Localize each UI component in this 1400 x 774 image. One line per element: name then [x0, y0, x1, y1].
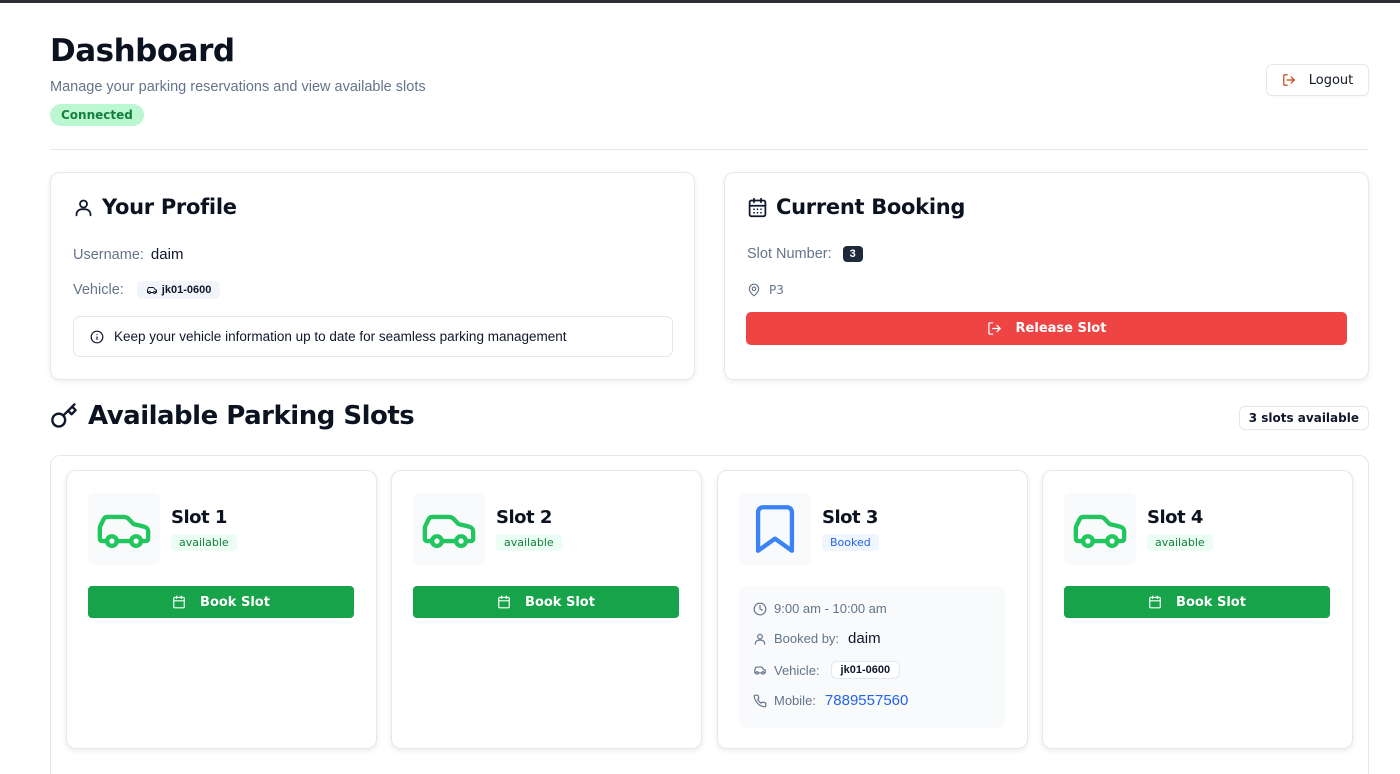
slot-icon-box	[739, 493, 811, 565]
calendar-icon	[1149, 595, 1161, 609]
book-slot-label: Book Slot	[200, 594, 270, 610]
booked-by-label: Booked by:	[774, 631, 840, 646]
booked-by-row: Booked by: daim	[753, 630, 881, 647]
logout-icon	[987, 322, 1001, 335]
slot-status-badge: available	[1147, 534, 1213, 551]
slot-icon-box	[413, 493, 485, 565]
logout-icon	[1282, 74, 1295, 86]
current-booking-card: Current Booking Slot Number: 3 P3 Releas…	[724, 172, 1369, 380]
release-slot-label: Release Slot	[1015, 321, 1107, 336]
release-slot-button[interactable]: Release Slot	[746, 312, 1347, 345]
username-label: Username:	[73, 246, 144, 263]
calendar-icon	[748, 197, 767, 217]
phone-icon	[753, 694, 767, 707]
user-icon	[754, 633, 766, 645]
slot-number-badge: 3	[842, 246, 863, 262]
calendar-icon	[498, 595, 510, 609]
slot-status-badge: available	[171, 534, 237, 551]
profile-title: Your Profile	[73, 195, 237, 219]
book-slot-button[interactable]: Book Slot	[1064, 586, 1330, 618]
connection-status-badge: Connected	[50, 104, 144, 126]
username-value: daim	[150, 246, 184, 263]
car-icon	[422, 514, 476, 549]
book-slot-label: Book Slot	[525, 594, 595, 610]
slot-number-label: Slot Number:	[747, 246, 832, 262]
page-subtitle: Manage your parking reservations and vie…	[50, 79, 426, 95]
slot-name: Slot 2	[496, 507, 552, 528]
car-icon	[754, 666, 766, 675]
mobile-row: Mobile: 7889557560	[753, 692, 908, 709]
profile-card: Your Profile Username: daim Vehicle: jk0…	[50, 172, 695, 380]
mobile-link[interactable]: 7889557560	[825, 692, 908, 709]
booking-time: 9:00 am - 10:00 am	[774, 601, 887, 616]
car-icon	[1073, 514, 1127, 549]
clock-icon	[753, 602, 767, 615]
slot-name: Slot 4	[1147, 507, 1203, 528]
booking-title-text: Current Booking	[776, 195, 966, 219]
bookmark-icon	[755, 505, 795, 553]
profile-note-text: Keep your vehicle information up to date…	[114, 329, 567, 344]
location-text: P3	[769, 283, 784, 297]
slots-section-title: Available Parking Slots	[50, 401, 415, 431]
car-icon	[146, 287, 157, 294]
vehicle-label: Vehicle:	[73, 282, 124, 298]
available-count-badge: 3 slots available	[1238, 406, 1369, 430]
calendar-icon	[173, 595, 185, 609]
mobile-label: Mobile:	[774, 693, 816, 708]
info-icon	[90, 330, 104, 343]
slot-vehicle-label: Vehicle:	[774, 662, 820, 678]
slot-card: Slot 4 available Book Slot	[1042, 470, 1353, 749]
profile-title-text: Your Profile	[102, 195, 237, 219]
map-pin-icon	[748, 283, 760, 297]
book-slot-button[interactable]: Book Slot	[88, 586, 354, 618]
slot-number-row: Slot Number: 3	[747, 246, 863, 262]
page-title: Dashboard	[50, 33, 235, 69]
logout-label: Logout	[1308, 72, 1354, 88]
slot-name: Slot 3	[822, 507, 878, 528]
vehicle-chip: jk01-0600	[136, 281, 221, 299]
vehicle-value: jk01-0600	[161, 284, 212, 296]
booking-location: P3	[747, 283, 784, 297]
booking-time-row: 9:00 am - 10:00 am	[753, 601, 887, 616]
slot-card: Slot 3 Booked 9:00 am - 10:00 am Booked …	[717, 470, 1028, 749]
logout-button[interactable]: Logout	[1266, 64, 1369, 96]
slot-card: Slot 2 available Book Slot	[391, 470, 702, 749]
username-row: Username: daim	[73, 246, 183, 263]
user-icon	[75, 199, 92, 216]
slot-name: Slot 1	[171, 507, 227, 528]
book-slot-label: Book Slot	[1176, 594, 1246, 610]
car-icon	[97, 514, 151, 549]
page-header: Dashboard Manage your parking reservatio…	[50, 33, 1369, 126]
profile-info-note: Keep your vehicle information up to date…	[73, 316, 673, 357]
vehicle-row: Vehicle: jk01-0600	[73, 281, 221, 299]
slots-section-title-text: Available Parking Slots	[88, 401, 415, 431]
booked-by-value: daim	[848, 630, 881, 647]
header-divider	[50, 149, 1369, 150]
booking-title: Current Booking	[747, 195, 965, 219]
slot-icon-box	[88, 493, 160, 565]
booking-details-panel: 9:00 am - 10:00 am Booked by: daim Vehic…	[739, 586, 1005, 728]
slot-vehicle-row: Vehicle: jk01-0600	[753, 661, 901, 679]
key-icon	[51, 403, 77, 428]
slot-card: Slot 1 available Book Slot	[66, 470, 377, 749]
slot-icon-box	[1064, 493, 1136, 565]
book-slot-button[interactable]: Book Slot	[413, 586, 679, 618]
slot-vehicle-chip: jk01-0600	[830, 661, 901, 679]
slot-status-badge: available	[496, 534, 562, 551]
slot-status-badge: Booked	[822, 534, 879, 551]
